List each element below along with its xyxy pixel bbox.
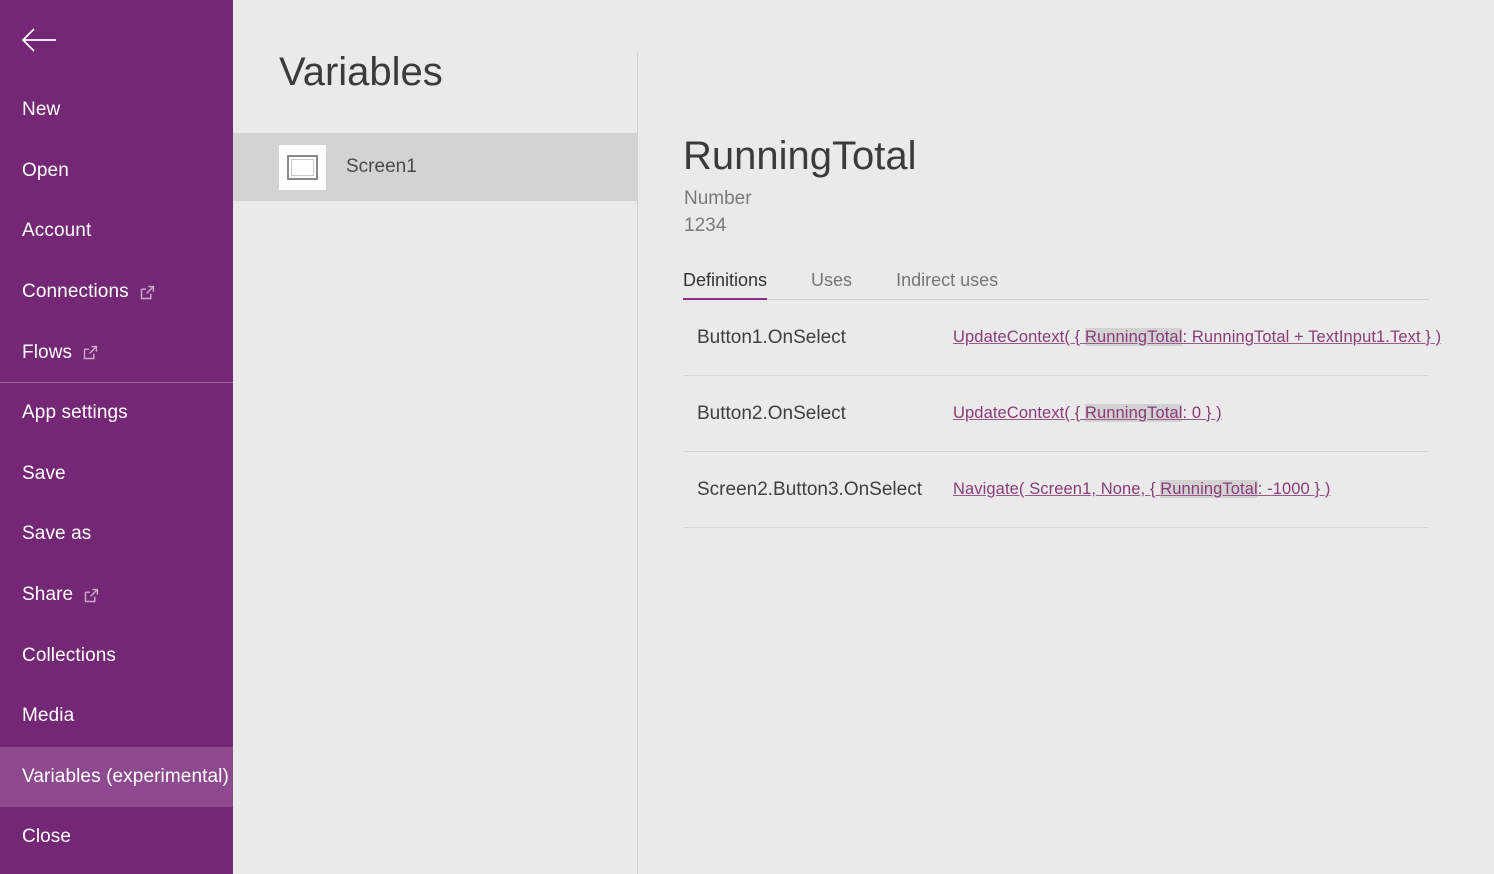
sidebar-item-label: Media	[22, 705, 74, 727]
sidebar-item-label: Share	[22, 584, 73, 606]
row-formula-link[interactable]: UpdateContext( { RunningTotal: 0 } )	[953, 404, 1222, 423]
formula-prefix: UpdateContext( {	[953, 328, 1085, 346]
sidebar-item-label: Save as	[22, 523, 91, 545]
variable-value: 1234	[684, 215, 726, 237]
row-formula-link[interactable]: UpdateContext( { RunningTotal: RunningTo…	[953, 328, 1441, 347]
screen-thumbnail-icon	[279, 145, 326, 190]
sidebar-item-variables-experimental[interactable]: Variables (experimental)	[0, 747, 233, 808]
sidebar-item-account[interactable]: Account	[0, 201, 233, 262]
back-button[interactable]	[0, 0, 233, 80]
sidebar-item-label: New	[22, 99, 60, 121]
detail-tabs: Definitions Uses Indirect uses	[683, 270, 1429, 300]
variable-type: Number	[684, 188, 752, 210]
sidebar-item-save-as[interactable]: Save as	[0, 504, 233, 565]
menu-item-list: New Open Account Connections Flows App settin…	[0, 80, 233, 868]
table-row: Button1.OnSelectUpdateContext( { Running…	[683, 300, 1429, 376]
sidebar-item-share[interactable]: Share	[0, 565, 233, 626]
screen-list-item-label: Screen1	[346, 156, 417, 178]
table-row: Button2.OnSelectUpdateContext( { Running…	[683, 376, 1429, 452]
table-row: Screen2.Button3.OnSelectNavigate( Screen…	[683, 452, 1429, 528]
formula-variable-token: RunningTotal	[1085, 328, 1183, 346]
sidebar-item-label: Open	[22, 160, 69, 182]
sidebar-item-new[interactable]: New	[0, 80, 233, 141]
definitions-table: Button1.OnSelectUpdateContext( { Running…	[683, 300, 1429, 528]
sidebar-item-media[interactable]: Media	[0, 686, 233, 747]
formula-prefix: Navigate( Screen1, None, {	[953, 480, 1160, 498]
variable-detail-panel: RunningTotal Number 1234 Definitions Uses…	[638, 0, 1494, 874]
screen-list: Screen1	[233, 133, 638, 201]
panel-title: Variables	[279, 52, 443, 92]
tab-uses[interactable]: Uses	[811, 270, 852, 299]
sidebar-item-app-settings[interactable]: App settings	[0, 383, 233, 444]
sidebar-item-connections[interactable]: Connections	[0, 262, 233, 323]
external-link-icon	[83, 345, 98, 360]
formula-prefix: UpdateContext( {	[953, 404, 1085, 422]
sidebar-item-flows[interactable]: Flows	[0, 322, 233, 383]
formula-variable-token: RunningTotal	[1160, 480, 1258, 498]
external-link-icon	[84, 588, 99, 603]
formula-suffix: : 0 } )	[1182, 404, 1221, 422]
tab-indirect-uses[interactable]: Indirect uses	[896, 270, 998, 299]
sidebar-item-collections[interactable]: Collections	[0, 625, 233, 686]
sidebar-item-label: Collections	[22, 645, 116, 667]
tab-definitions[interactable]: Definitions	[683, 270, 767, 299]
sidebar-item-label: Close	[22, 826, 71, 848]
variables-screen-panel: Variables Screen1	[233, 0, 638, 874]
app-menu-sidebar: New Open Account Connections Flows App settin…	[0, 0, 233, 874]
row-property-name: Button2.OnSelect	[683, 403, 953, 425]
external-link-icon	[140, 285, 155, 300]
sidebar-item-label: Variables (experimental)	[22, 766, 229, 788]
app-window: New Open Account Connections Flows App settin…	[0, 0, 1494, 874]
formula-suffix: : -1000 } )	[1258, 480, 1331, 498]
sidebar-item-label: Save	[22, 463, 66, 485]
sidebar-item-label: Flows	[22, 342, 72, 364]
arrow-left-icon	[20, 27, 58, 53]
sidebar-item-save[interactable]: Save	[0, 444, 233, 505]
sidebar-item-open[interactable]: Open	[0, 141, 233, 202]
screen-list-item[interactable]: Screen1	[233, 133, 638, 201]
variable-name: RunningTotal	[683, 136, 917, 176]
row-formula-link[interactable]: Navigate( Screen1, None, { RunningTotal:…	[953, 480, 1330, 499]
row-property-name: Button1.OnSelect	[683, 327, 953, 349]
row-property-name: Screen2.Button3.OnSelect	[683, 479, 953, 501]
formula-variable-token: RunningTotal	[1085, 404, 1183, 422]
formula-suffix: : RunningTotal + TextInput1.Text } )	[1182, 328, 1441, 346]
sidebar-item-label: Account	[22, 220, 91, 242]
sidebar-item-label: Connections	[22, 281, 129, 303]
sidebar-item-label: App settings	[22, 402, 128, 424]
sidebar-item-close[interactable]: Close	[0, 807, 233, 868]
